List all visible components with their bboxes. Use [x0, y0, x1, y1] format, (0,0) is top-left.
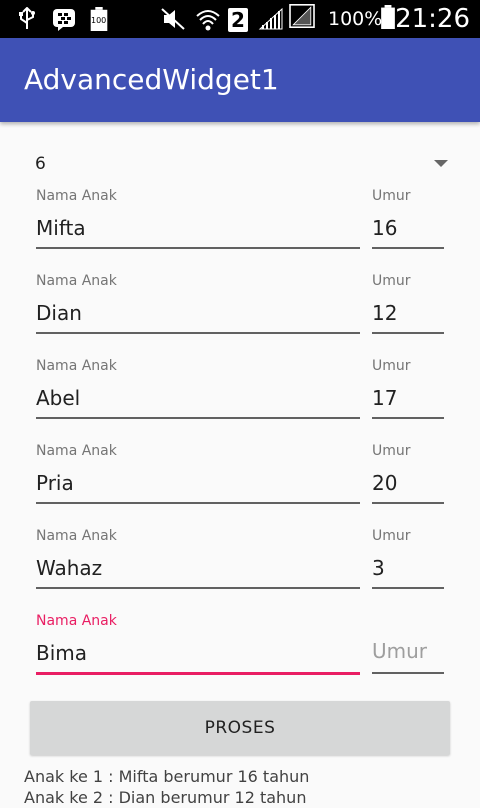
- count-spinner[interactable]: 6: [24, 150, 456, 180]
- mute-icon: [161, 8, 185, 30]
- input-underline: [36, 502, 360, 504]
- input-underline: [372, 247, 444, 249]
- wifi-icon: [196, 10, 220, 31]
- app-title: AdvancedWidget1: [24, 63, 279, 96]
- child-age-label: Umur: [372, 188, 411, 204]
- child-name-value: Mifta: [36, 216, 86, 240]
- child-name-label: Nama Anak: [36, 188, 117, 204]
- child-name-value: Abel: [36, 386, 81, 410]
- child-age-value: 3: [372, 556, 385, 580]
- status-bar: 100 2 100% 21:26: [0, 0, 480, 38]
- child-row: Nama Anak Pria Umur 20: [0, 442, 480, 527]
- child-age-label: Umur: [372, 273, 411, 289]
- sim-badge: 2: [228, 8, 248, 32]
- input-underline: [36, 417, 360, 419]
- result-line: Anak ke 2 : Dian berumur 12 tahun: [24, 788, 307, 807]
- child-age-label: Umur: [372, 443, 411, 459]
- child-age-label: Umur: [372, 358, 411, 374]
- child-age-label: Umur: [372, 528, 411, 544]
- child-row: Nama Anak Wahaz Umur 3: [0, 527, 480, 612]
- child-name-value: Wahaz: [36, 556, 103, 580]
- input-underline: [36, 587, 360, 589]
- input-underline: [36, 332, 360, 334]
- spinner-selected-value: 6: [35, 154, 46, 174]
- signal-boxed-icon: [289, 4, 315, 28]
- app-bar: AdvancedWidget1: [0, 38, 480, 122]
- child-name-label: Nama Anak: [36, 613, 117, 629]
- input-underline: [372, 417, 444, 419]
- bbm-icon: [53, 9, 75, 31]
- child-row: Nama Anak Abel Umur 17: [0, 357, 480, 442]
- battery-percent: 100%: [328, 8, 383, 30]
- input-underline: [372, 672, 444, 674]
- sim-badge-label: 2: [231, 8, 245, 32]
- result-line: Anak ke 1 : Mifta berumur 16 tahun: [24, 767, 310, 786]
- usb-icon: [19, 7, 35, 29]
- child-name-label: Nama Anak: [36, 273, 117, 289]
- battery-small-label: 100: [91, 16, 107, 25]
- proses-button-label: PROSES: [204, 718, 276, 738]
- proses-button[interactable]: PROSES: [30, 701, 450, 755]
- child-age-value: 12: [372, 301, 398, 325]
- child-age-value: 20: [372, 471, 398, 495]
- child-name-value: Pria: [36, 471, 74, 495]
- input-underline: [372, 332, 444, 334]
- child-age-placeholder: Umur: [372, 639, 428, 663]
- child-name-label: Nama Anak: [36, 443, 117, 459]
- input-underline-focused: [36, 672, 360, 675]
- battery-icon: [381, 5, 395, 29]
- child-row: Nama Anak Dian Umur 12: [0, 272, 480, 357]
- child-row: Nama Anak Bima Umur: [0, 612, 480, 697]
- input-underline: [372, 502, 444, 504]
- clock: 21:26: [395, 4, 470, 34]
- child-row: Nama Anak Mifta Umur 16: [0, 187, 480, 272]
- child-age-value: 17: [372, 386, 398, 410]
- child-name-label: Nama Anak: [36, 358, 117, 374]
- input-underline: [372, 587, 444, 589]
- child-age-value: 16: [372, 216, 398, 240]
- dropdown-arrow-icon: [434, 160, 448, 167]
- input-underline: [36, 247, 360, 249]
- child-name-value: Dian: [36, 301, 82, 325]
- result-list: Anak ke 1 : Mifta berumur 16 tahun Anak …: [24, 766, 464, 808]
- child-name-value: Bima: [36, 641, 88, 665]
- signal-icon: [258, 7, 283, 30]
- child-name-label: Nama Anak: [36, 528, 117, 544]
